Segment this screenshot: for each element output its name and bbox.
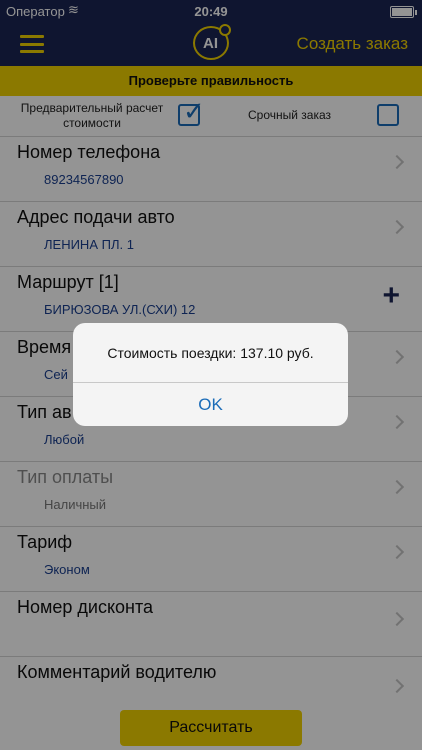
price-alert: Стоимость поездки: 137.10 руб. OK [73,323,348,426]
alert-message: Стоимость поездки: 137.10 руб. [107,345,314,361]
screen: Оператор ≋ 20:49 AI Создать заказ Провер… [0,0,422,750]
alert-ok-button[interactable]: OK [73,383,348,426]
